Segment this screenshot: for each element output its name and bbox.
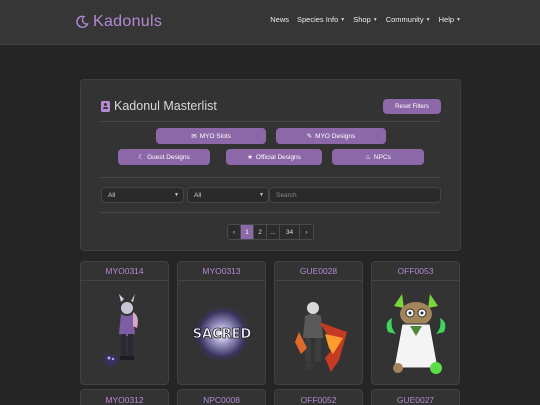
filter-select-2-value: All bbox=[194, 191, 202, 199]
page-ellipsis: ... bbox=[267, 225, 280, 239]
chevron-down-icon: ▼ bbox=[372, 16, 378, 23]
prev-page-button[interactable]: ‹ bbox=[228, 225, 241, 239]
envelope-icon: ✉ bbox=[191, 133, 197, 140]
myo-slots-label: MYO Slots bbox=[199, 132, 231, 140]
character-code[interactable]: GUE0027 bbox=[372, 395, 459, 405]
character-code[interactable]: NPC0008 bbox=[178, 395, 265, 405]
divider bbox=[101, 121, 441, 122]
page-34-button[interactable]: 34 bbox=[280, 225, 300, 239]
reset-filters-button[interactable]: Reset Filters bbox=[383, 99, 441, 114]
guest-designs-label: Guest Designs bbox=[147, 153, 190, 161]
chevron-down-icon: ▼ bbox=[174, 192, 179, 198]
star-icon: ★ bbox=[247, 154, 253, 161]
chevron-down-icon: ▼ bbox=[456, 16, 461, 23]
character-thumbnail[interactable] bbox=[285, 288, 354, 380]
character-card[interactable]: GUE0027 bbox=[371, 389, 460, 405]
moon-logo-icon bbox=[76, 15, 89, 28]
divider bbox=[275, 280, 362, 281]
nav-community-label: Community bbox=[385, 15, 424, 24]
character-code[interactable]: GUE0028 bbox=[275, 266, 362, 276]
character-card[interactable]: MYO0312 bbox=[80, 389, 169, 405]
nav-shop-label: Shop bbox=[353, 15, 371, 24]
myo-designs-button[interactable]: ✎ MYO Designs bbox=[276, 128, 386, 144]
official-designs-button[interactable]: ★ Official Designs bbox=[226, 149, 322, 165]
character-card[interactable]: MYO0314 bbox=[80, 261, 169, 385]
official-designs-label: Official Designs bbox=[255, 153, 301, 161]
character-card[interactable]: NPC0008 bbox=[177, 389, 266, 405]
filter-select-1[interactable]: All ▼ bbox=[101, 187, 184, 203]
brand-name: Kadonuls bbox=[93, 13, 163, 30]
character-code[interactable]: MYO0313 bbox=[178, 266, 265, 276]
character-code[interactable]: OFF0052 bbox=[275, 395, 362, 405]
pencil-icon: ✎ bbox=[306, 133, 313, 140]
pagination: ‹ 1 2 ... 34 › bbox=[227, 224, 314, 240]
page-1-button[interactable]: 1 bbox=[241, 225, 254, 239]
chevron-down-icon: ▼ bbox=[340, 16, 346, 23]
character-code[interactable]: OFF0053 bbox=[372, 266, 459, 276]
filter-select-1-value: All bbox=[108, 191, 116, 199]
divider bbox=[372, 280, 459, 281]
search-placeholder: Search bbox=[276, 191, 297, 199]
nav-links: News Species Info ▼ Shop ▼ Community ▼ Help… bbox=[270, 15, 461, 24]
page-title: Kadonul Masterlist bbox=[101, 99, 217, 113]
page-title-text: Kadonul Masterlist bbox=[114, 99, 217, 113]
fire-icon: ♨ bbox=[365, 154, 371, 161]
character-card[interactable]: OFF0052 bbox=[274, 389, 363, 405]
myo-slots-button[interactable]: ✉ MYO Slots bbox=[156, 128, 266, 144]
nav-species-info[interactable]: Species Info ▼ bbox=[297, 15, 345, 24]
nav-shop[interactable]: Shop ▼ bbox=[353, 15, 377, 24]
guest-designs-button[interactable]: ☾ Guest Designs bbox=[118, 149, 210, 165]
moon-icon: ☾ bbox=[138, 154, 145, 161]
chevron-down-icon: ▼ bbox=[425, 16, 431, 23]
divider bbox=[101, 212, 441, 213]
nav-species-info-label: Species Info bbox=[297, 15, 339, 24]
nav-news-label: News bbox=[270, 15, 289, 24]
next-page-button[interactable]: › bbox=[300, 225, 313, 239]
character-card[interactable]: MYO0313 SACRED bbox=[177, 261, 266, 385]
nav-community[interactable]: Community ▼ bbox=[386, 15, 431, 24]
page-2-button[interactable]: 2 bbox=[254, 225, 267, 239]
npcs-label: NPCs bbox=[373, 153, 391, 161]
nav-help[interactable]: Help ▼ bbox=[439, 15, 461, 24]
masterlist-panel: Kadonul Masterlist Reset Filters ✉ MYO S… bbox=[80, 79, 461, 251]
npcs-button[interactable]: ♨ NPCs bbox=[332, 149, 424, 165]
character-thumbnail[interactable] bbox=[382, 288, 451, 380]
divider bbox=[101, 177, 441, 178]
navbar: Kadonuls News Species Info ▼ Shop ▼ Commun… bbox=[0, 0, 540, 45]
nav-help-label: Help bbox=[438, 15, 455, 24]
character-card[interactable]: GUE0028 bbox=[274, 261, 363, 385]
character-code[interactable]: MYO0312 bbox=[81, 395, 168, 405]
character-card[interactable]: OFF0053 bbox=[371, 261, 460, 385]
chevron-down-icon: ▼ bbox=[259, 192, 264, 198]
divider bbox=[81, 280, 168, 281]
character-code[interactable]: MYO0314 bbox=[81, 266, 168, 276]
divider bbox=[178, 280, 265, 281]
character-thumbnail[interactable] bbox=[91, 288, 160, 380]
search-input[interactable]: Search bbox=[269, 187, 441, 203]
id-badge-icon bbox=[101, 100, 110, 112]
sacred-text: SACRED bbox=[193, 327, 252, 342]
brand-logo[interactable]: Kadonuls bbox=[75, 11, 162, 33]
filter-select-2[interactable]: All ▼ bbox=[187, 187, 269, 203]
sacred-thumbnail[interactable]: SACRED bbox=[188, 288, 257, 380]
nav-news[interactable]: News bbox=[270, 15, 289, 24]
myo-designs-label: MYO Designs bbox=[315, 132, 356, 140]
